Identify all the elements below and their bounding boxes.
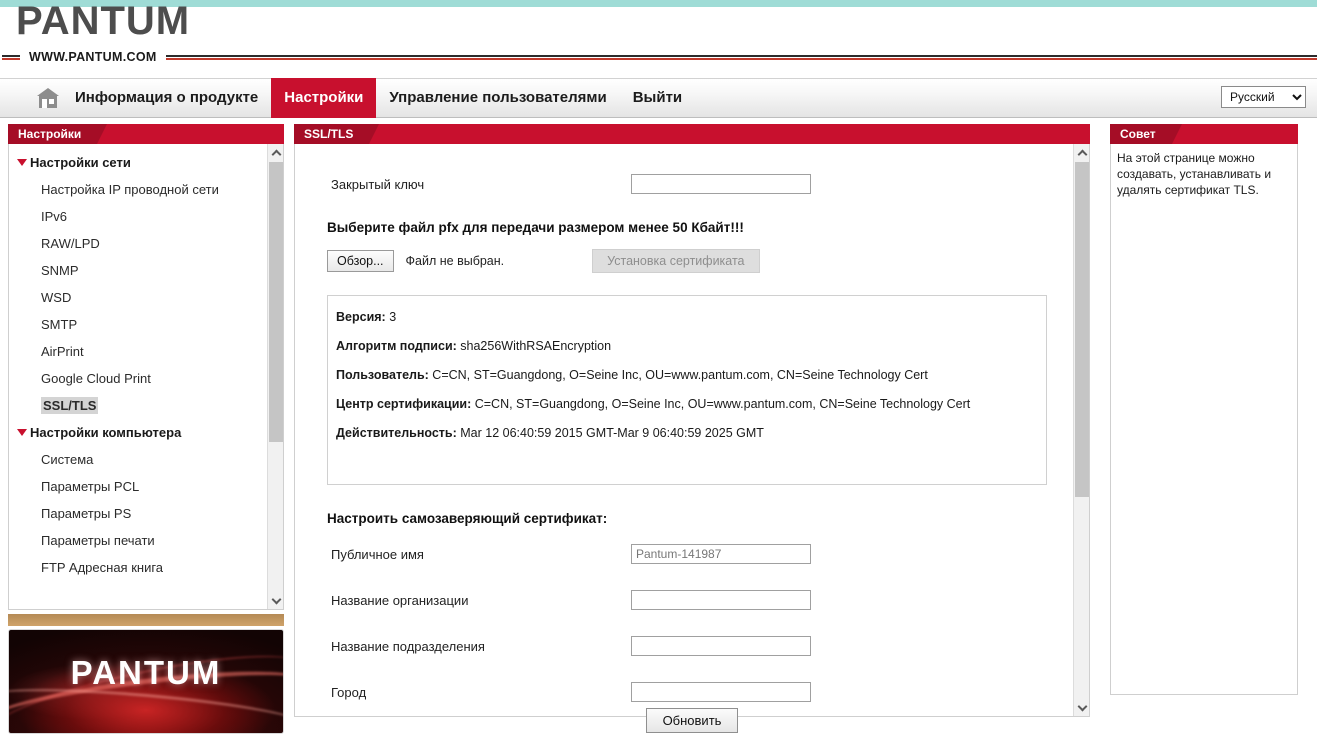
sidebar-body: Настройки сети Настройка IP проводной се… xyxy=(8,144,284,610)
scroll-down-icon[interactable] xyxy=(268,592,283,609)
footer-actions: Обновить xyxy=(294,708,1090,733)
sidebar-group-label: Настройки компьютера xyxy=(30,425,182,440)
top-accent-band xyxy=(0,0,1317,7)
sidebar-item-ipv6[interactable]: IPv6 xyxy=(9,203,267,230)
sidebar-item-smtp[interactable]: SMTP xyxy=(9,311,267,338)
sidebar-item-ssl-tls[interactable]: SSL/TLS xyxy=(9,392,267,419)
organization-input[interactable] xyxy=(631,590,811,610)
scroll-up-icon[interactable] xyxy=(268,144,283,161)
file-status-label: Файл не выбран. xyxy=(405,254,505,268)
main-panel-header: SSL/TLS xyxy=(294,124,1090,144)
update-button[interactable]: Обновить xyxy=(645,708,739,733)
common-name-label: Публичное имя xyxy=(331,546,424,562)
sidebar-group-computer[interactable]: Настройки компьютера xyxy=(9,419,267,446)
sidebar-item-rawlpd[interactable]: RAW/LPD xyxy=(9,230,267,257)
scrollbar-thumb[interactable] xyxy=(269,162,283,442)
sidebar-header: Настройки xyxy=(8,124,284,144)
triangle-down-icon xyxy=(17,159,27,166)
nav-item-user-management[interactable]: Управление пользователями xyxy=(376,78,619,118)
brand-logo-text: PANTUM xyxy=(16,0,191,43)
scrollbar-thumb[interactable] xyxy=(1075,162,1089,497)
tip-panel-body: На этой странице можно создавать, устана… xyxy=(1110,144,1298,695)
private-key-input[interactable] xyxy=(631,174,811,194)
sidebar-item-snmp[interactable]: SNMP xyxy=(9,257,267,284)
sidebar-group-label: Настройки сети xyxy=(30,155,131,170)
cert-row-version: Версия: 3 xyxy=(336,310,397,324)
rule-right xyxy=(165,54,1317,60)
brand-logo: PANTUM xyxy=(16,0,190,42)
city-row: Город xyxy=(295,682,1073,702)
private-key-row: Закрытый ключ xyxy=(295,174,1073,194)
promo-banner: PANTUM xyxy=(8,614,284,734)
website-url: WWW.PANTUM.COM xyxy=(29,50,157,64)
sidebar-item-airprint[interactable]: AirPrint xyxy=(9,338,267,365)
city-input[interactable] xyxy=(631,682,811,702)
sidebar-item-pcl-params[interactable]: Параметры PCL xyxy=(9,473,267,500)
nav-item-product-info[interactable]: Информация о продукте xyxy=(62,78,271,118)
organizational-unit-row: Название подразделения xyxy=(295,636,1073,656)
main-scrollbar[interactable] xyxy=(1073,144,1089,716)
cert-row-issuer: Центр сертификации: C=CN, ST=Guangdong, … xyxy=(336,397,971,411)
organization-label: Название организации xyxy=(331,592,469,608)
sidebar-item-print-params[interactable]: Параметры печати xyxy=(9,527,267,554)
sidebar-title: Настройки xyxy=(8,124,108,144)
scroll-up-icon[interactable] xyxy=(1074,144,1089,161)
sidebar-item-google-cloud-print[interactable]: Google Cloud Print xyxy=(9,365,267,392)
nav-item-settings[interactable]: Настройки xyxy=(271,78,377,118)
sidebar-menu: Настройки сети Настройка IP проводной се… xyxy=(9,144,267,581)
banner-gold-strip xyxy=(8,614,284,626)
main-content: Закрытый ключ Выберите файл pfx для пере… xyxy=(295,144,1073,716)
sidebar-item-system[interactable]: Система xyxy=(9,446,267,473)
install-certificate-button[interactable]: Установка сертификата xyxy=(592,249,760,273)
sidebar-item-wsd[interactable]: WSD xyxy=(9,284,267,311)
sidebar-item-ps-params[interactable]: Параметры PS xyxy=(9,500,267,527)
home-icon[interactable] xyxy=(34,85,62,111)
selfsign-section-title: Настроить самозаверяющий сертификат: xyxy=(327,511,608,526)
sidebar-item-wired-ip[interactable]: Настройка IP проводной сети xyxy=(9,176,267,203)
main-panel: SSL/TLS Закрытый ключ Выберите файл pfx … xyxy=(294,124,1090,717)
main-panel-title: SSL/TLS xyxy=(294,124,380,144)
sidebar: Настройки Настройки сети Настройка IP пр… xyxy=(8,124,284,734)
tip-panel-header: Совет xyxy=(1110,124,1298,144)
organizational-unit-label: Название подразделения xyxy=(331,638,485,654)
organization-row: Название организации xyxy=(295,590,1073,610)
language-select[interactable]: Русский xyxy=(1221,86,1306,108)
sidebar-scrollbar[interactable] xyxy=(267,144,283,609)
sidebar-group-network[interactable]: Настройки сети xyxy=(9,149,267,176)
certificate-info-box: Версия: 3 Алгоритм подписи: sha256WithRS… xyxy=(327,295,1047,485)
tip-panel-title: Совет xyxy=(1110,124,1182,144)
city-label: Город xyxy=(331,684,367,700)
cert-row-validity: Действительность: Mar 12 06:40:59 2015 G… xyxy=(336,426,764,440)
organizational-unit-input[interactable] xyxy=(631,636,811,656)
main-navigation: Информация о продукте Настройки Управлен… xyxy=(0,78,1317,118)
tip-text: На этой странице можно создавать, устана… xyxy=(1117,151,1272,197)
common-name-input[interactable] xyxy=(631,544,811,564)
banner-logo-text: PANTUM xyxy=(70,654,222,691)
cert-row-subject: Пользователь: C=CN, ST=Guangdong, O=Sein… xyxy=(336,368,928,382)
nav-item-logout[interactable]: Выйти xyxy=(620,78,695,118)
common-name-row: Публичное имя xyxy=(295,544,1073,564)
private-key-label: Закрытый ключ xyxy=(331,176,425,192)
sidebar-item-ftp-address-book[interactable]: FTP Адресная книга xyxy=(9,554,267,581)
upload-notice: Выберите файл pfx для передачи размером … xyxy=(327,220,744,235)
website-line: WWW.PANTUM.COM xyxy=(0,49,1317,65)
banner-image: PANTUM xyxy=(8,629,284,734)
triangle-down-icon xyxy=(17,429,27,436)
browse-button[interactable]: Обзор... xyxy=(327,250,394,272)
tip-panel: Совет На этой странице можно создавать, … xyxy=(1110,124,1298,695)
cert-row-signature-algorithm: Алгоритм подписи: sha256WithRSAEncryptio… xyxy=(336,339,612,353)
file-upload-row: Обзор... Файл не выбран. Установка серти… xyxy=(295,249,1073,273)
rule-left xyxy=(2,54,20,60)
main-panel-body: Закрытый ключ Выберите файл pfx для пере… xyxy=(294,144,1090,717)
